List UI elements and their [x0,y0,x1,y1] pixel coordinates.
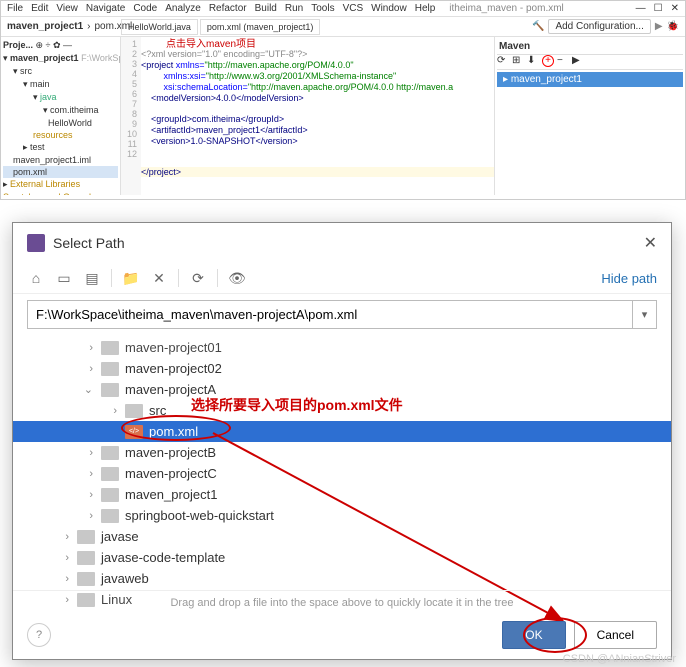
tree-item-springboot-web-quickstart[interactable]: ›springboot-web-quickstart [27,505,657,526]
new-folder-icon[interactable]: 📁 [122,269,140,287]
annotation-ellipse [121,415,231,441]
maven-panel: Maven 点击导入maven项目 ⟳ ⊞ ⬇ + − ▶ ▸ maven_pr… [495,37,685,195]
tree-pkg[interactable]: com.itheima [50,105,99,115]
desktop-icon[interactable]: ▭ [55,269,73,287]
hammer-icon[interactable]: 🔨 [532,21,544,32]
reload-icon[interactable]: ⟳ [497,55,509,67]
menu-help[interactable]: Help [415,3,436,14]
dialog-title: Select Path [53,235,125,251]
project-tree-header: Proje... [3,40,33,50]
dialog-icon [27,234,45,252]
run-maven-icon[interactable]: ▶ [572,55,584,67]
download-icon[interactable]: ⬇ [527,55,539,67]
window-max-icon[interactable]: ☐ [654,3,663,14]
editor: HelloWorld.java pom.xml (maven_project1)… [121,37,685,195]
remove-icon[interactable]: − [557,55,569,67]
add-config-button[interactable]: Add Configuration... [548,19,650,34]
generate-icon[interactable]: ⊞ [512,55,524,67]
tree-cls[interactable]: HelloWorld [48,118,92,128]
tab-pom[interactable]: pom.xml (maven_project1) [200,19,321,35]
menu-vcs[interactable]: VCS [343,3,364,14]
tree-src[interactable]: src [20,66,32,76]
help-button[interactable]: ? [27,623,51,647]
tree-item-maven-project01[interactable]: ›maven-project01 [27,337,657,358]
tree-item-maven-projectB[interactable]: ›maven-projectB [27,442,657,463]
path-dropdown-icon[interactable]: ▾ [633,300,657,329]
menu-refactor[interactable]: Refactor [209,3,247,14]
home-icon[interactable]: ⌂ [27,269,45,287]
gutter: 123456789101112 [121,37,141,195]
dialog-toolbar: ⌂ ▭ ▤ 📁 ✕ ⟳ 👁 Hide path [13,263,671,294]
menu-edit[interactable]: Edit [31,3,48,14]
add-project-icon[interactable]: + [542,55,554,67]
tree-item-maven-project1[interactable]: ›maven_project1 [27,484,657,505]
ide-window: File Edit View Navigate Code Analyze Ref… [0,0,686,200]
watermark: CSDN @ANnianStriver [563,653,676,665]
tree-iml[interactable]: maven_project1.iml [13,155,91,165]
run-icon[interactable]: ▶ [655,21,663,32]
annotation-text: 选择所要导入项目的pom.xml文件 [191,395,403,415]
refresh-icon[interactable]: ⟳ [189,269,207,287]
tree-root[interactable]: maven_project1 [10,53,79,63]
menu-build[interactable]: Build [255,3,277,14]
select-path-dialog: Select Path ✕ ⌂ ▭ ▤ 📁 ✕ ⟳ 👁 Hide path ▾ … [12,222,672,660]
tree-item-javase[interactable]: ›javase [27,526,657,547]
ok-annotation-circle [523,617,587,653]
maven-title: Maven [499,41,530,52]
menu-tools[interactable]: Tools [311,3,334,14]
ide-title-path: itheima_maven - pom.xml [449,3,563,14]
tree-java[interactable]: java [40,92,57,102]
tree-main[interactable]: main [30,79,50,89]
tree-resources[interactable]: resources [33,130,73,140]
menu-run[interactable]: Run [285,3,303,14]
file-tree[interactable]: ›maven-project01›maven-project02⌄maven-p… [13,335,671,612]
toolbar: maven_project1 › pom.xml 🔨 Add Configura… [1,17,685,37]
menu-view[interactable]: View [56,3,78,14]
hide-path-link[interactable]: Hide path [601,271,657,286]
window-min-icon[interactable]: — [636,3,646,14]
path-input[interactable] [27,300,633,329]
tree-item-javaweb[interactable]: ›javaweb [27,568,657,589]
window-close-icon[interactable]: ✕ [671,3,679,14]
tab-helloworld[interactable]: HelloWorld.java [121,19,198,35]
delete-icon[interactable]: ✕ [150,269,168,287]
menubar: File Edit View Navigate Code Analyze Ref… [1,1,685,17]
hint-text: Drag and drop a file into the space abov… [13,590,671,615]
code-area[interactable]: <?xml version="1.0" encoding="UTF-8"?> <… [141,37,495,195]
tree-test[interactable]: test [30,142,45,152]
maven-note: 点击导入maven项目 [166,35,256,50]
tree-ext[interactable]: External Libraries [10,179,80,189]
debug-icon[interactable]: 🐞 [667,21,679,32]
tree-item-pom-xml[interactable]: </>pom.xml [13,421,671,442]
menu-window[interactable]: Window [371,3,407,14]
tree-item-maven-project02[interactable]: ›maven-project02 [27,358,657,379]
maven-project-item[interactable]: ▸ maven_project1 [497,72,683,87]
menu-analyze[interactable]: Analyze [165,3,201,14]
tree-item-javase-code-template[interactable]: ›javase-code-template [27,547,657,568]
project-tree[interactable]: Proje... ⊕ ÷ ✿ — ▾ maven_project1 F:\Wor… [1,37,121,195]
menu-navigate[interactable]: Navigate [86,3,125,14]
tree-item-maven-projectC[interactable]: ›maven-projectC [27,463,657,484]
tree-scratch[interactable]: Scratches and Consoles [3,192,101,195]
close-icon[interactable]: ✕ [644,233,657,253]
tree-pom[interactable]: pom.xml [13,167,47,177]
project-icon[interactable]: ▤ [83,269,101,287]
breadcrumb-root[interactable]: maven_project1 [7,21,83,32]
show-hidden-icon[interactable]: 👁 [228,269,246,287]
menu-code[interactable]: Code [133,3,157,14]
menu-file[interactable]: File [7,3,23,14]
